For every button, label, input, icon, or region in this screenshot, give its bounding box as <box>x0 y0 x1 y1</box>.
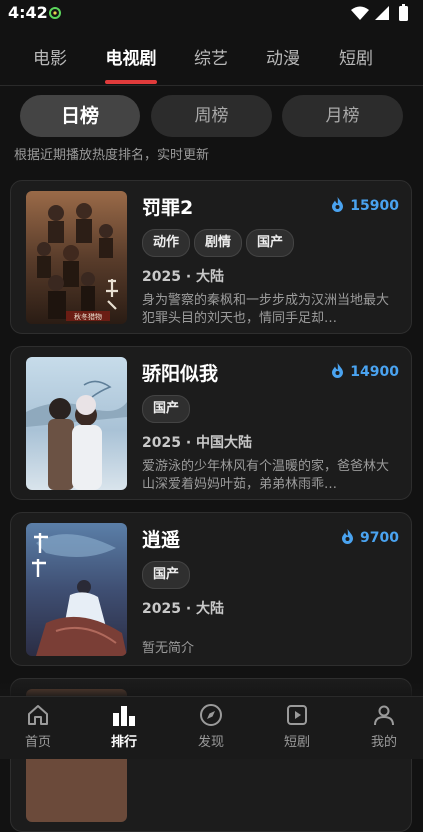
tab-anime[interactable]: 动漫 <box>248 44 318 69</box>
item-description: 爱游泳的少年林风有个温暖的家，爸爸林大山深爱着妈妈叶茹，弟弟林雨乖… <box>142 459 390 492</box>
heat-score: 14900 <box>331 363 399 380</box>
genre-tags: 国产 <box>142 395 194 423</box>
period-daily-button[interactable]: 日榜 <box>20 95 140 137</box>
nav-ranking-label: 排行 <box>110 735 137 750</box>
item-description: 身为警察的秦枫和一步步成为汉洲当地最大犯罪头目的刘天也，情同手足却… <box>142 293 390 326</box>
heat-value: 14900 <box>350 364 399 380</box>
nav-profile-label: 我的 <box>370 735 397 750</box>
tab-short-drama[interactable]: 短剧 <box>321 44 391 69</box>
tabs-divider <box>0 85 423 86</box>
active-tab-indicator <box>105 80 157 84</box>
tab-movie[interactable]: 电影 <box>15 44 85 69</box>
ranking-item[interactable]: 骄阳似我 14900 国产 2025 · 中国大陆 爱游泳的少年林风有个温暖的家… <box>10 346 412 500</box>
tab-variety[interactable]: 综艺 <box>176 44 246 69</box>
period-monthly-button[interactable]: 月榜 <box>282 95 403 137</box>
play-icon <box>287 705 307 725</box>
status-time: 4:42 <box>8 3 48 22</box>
heat-score: 15900 <box>331 197 399 214</box>
genre-tag: 动作 <box>142 229 191 257</box>
status-bar: 4:42 <box>0 0 423 26</box>
heat-score: 9700 <box>341 529 399 546</box>
compass-icon <box>200 704 222 726</box>
bottom-navigation: 首页 排行 发现 短剧 我的 <box>0 696 423 759</box>
ranking-item[interactable]: 逍遥 9700 国产 2025 · 大陆 暂无简介 <box>10 512 412 666</box>
nav-discover[interactable]: 发现 <box>181 703 241 750</box>
poster-image <box>26 523 127 656</box>
flame-icon <box>332 197 344 212</box>
tab-tv-series[interactable]: 电视剧 <box>96 44 166 69</box>
user-icon <box>374 705 394 726</box>
item-title: 逍遥 <box>142 529 181 551</box>
genre-tag: 剧情 <box>194 229 243 257</box>
nav-home[interactable]: 首页 <box>8 703 68 750</box>
genre-tag: 国产 <box>142 395 191 423</box>
signal-icon <box>375 6 389 20</box>
nav-discover-label: 发现 <box>197 735 224 750</box>
nav-home-label: 首页 <box>24 735 51 750</box>
ranking-icon <box>113 706 135 726</box>
system-icons <box>351 4 408 21</box>
item-meta: 2025 · 中国大陆 <box>142 435 253 451</box>
category-tabs: 电影 电视剧 综艺 动漫 短剧 <box>0 40 423 80</box>
flame-icon <box>332 363 344 378</box>
svg-text:秋冬猎物: 秋冬猎物 <box>74 312 102 321</box>
poster-image: 秋冬猎物 <box>26 191 127 324</box>
item-meta: 2025 · 大陆 <box>142 269 225 285</box>
flame-icon <box>342 529 354 544</box>
genre-tag: 国产 <box>246 229 295 257</box>
ranking-hint: 根据近期播放热度排名，实时更新 <box>14 148 210 163</box>
ranking-item[interactable]: 秋冬猎物 罚罪2 15900 动作 剧情 国产 2025 · 大陆 身为警察的秦枫和… <box>10 180 412 334</box>
nav-short-drama-label: 短剧 <box>283 735 310 750</box>
heat-value: 15900 <box>350 198 399 214</box>
heat-value: 9700 <box>360 530 399 546</box>
nav-short-drama[interactable]: 短剧 <box>267 703 327 750</box>
item-meta: 2025 · 大陆 <box>142 601 225 617</box>
home-icon <box>28 705 48 725</box>
nav-ranking[interactable]: 排行 <box>94 703 154 750</box>
notification-icon <box>49 7 61 19</box>
battery-icon <box>399 6 408 21</box>
item-title: 罚罪2 <box>142 197 194 219</box>
genre-tag: 国产 <box>142 561 191 589</box>
item-title: 骄阳似我 <box>142 363 219 385</box>
genre-tags: 动作 剧情 国产 <box>142 229 298 257</box>
nav-profile[interactable]: 我的 <box>354 703 414 750</box>
item-description: 暂无简介 <box>142 641 195 656</box>
genre-tags: 国产 <box>142 561 194 589</box>
wifi-icon <box>351 6 369 20</box>
period-weekly-button[interactable]: 周榜 <box>151 95 272 137</box>
poster-image <box>26 357 127 490</box>
